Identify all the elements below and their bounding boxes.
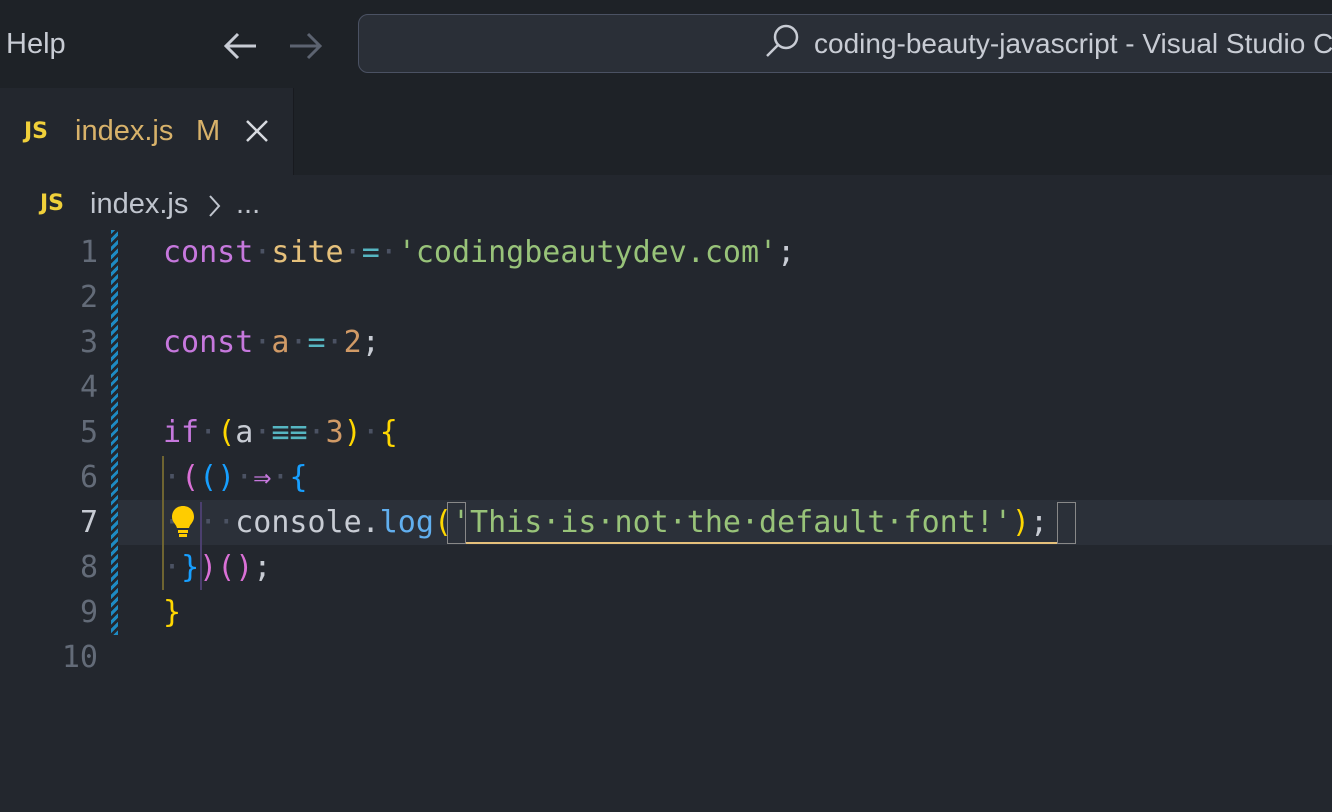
code-line-8[interactable]: ·})(); (163, 545, 271, 590)
line-number: 9 (79, 595, 98, 630)
line-number: 4 (79, 370, 98, 405)
line-number: 10 (61, 640, 98, 675)
breadcrumb: JS index.js ... (0, 175, 1332, 230)
title-bar: Help coding-beauty-javascript - Visual S… (0, 0, 1332, 88)
line-number: 8 (79, 550, 98, 585)
bracket-match-close (1057, 502, 1076, 544)
code-line-6[interactable]: ·(()·⇒·{ (163, 455, 308, 500)
code-line-5[interactable]: if·(a·≡≡·3)·{ (163, 410, 398, 455)
line-number: 3 (79, 325, 98, 360)
line-number: 6 (79, 460, 98, 495)
arrow-left-icon[interactable] (220, 26, 260, 66)
modified-badge: M (196, 115, 221, 147)
tab-index-js[interactable]: JS index.js M (0, 88, 294, 175)
code-line-3[interactable]: const·a·=·2; (163, 320, 380, 365)
code-line-1[interactable]: const·site·=·'codingbeautydev.com'; (163, 230, 795, 275)
arrow-right-icon[interactable] (286, 26, 326, 66)
window-title: coding-beauty-javascript - Visual Studio… (814, 28, 1332, 59)
command-center[interactable]: coding-beauty-javascript - Visual Studio… (358, 14, 1332, 73)
lightbulb-icon[interactable] (170, 504, 196, 540)
code-editor[interactable]: 1 2 3 4 5 6 7 8 9 10 const·site·=·'codin… (0, 230, 1332, 812)
breadcrumb-file[interactable]: index.js (90, 188, 188, 221)
breadcrumb-more[interactable]: ... (236, 188, 260, 221)
line-number: 5 (79, 415, 98, 450)
line-number-active: 7 (79, 505, 98, 540)
line-number: 2 (79, 280, 98, 315)
tab-label: index.js (75, 115, 174, 147)
js-file-icon: JS (24, 119, 49, 144)
search-icon (766, 24, 799, 57)
code-line-9[interactable]: } (163, 590, 181, 635)
code-line-7[interactable]: ····console.log('This·is·not·the·default… (163, 500, 1048, 545)
js-file-icon: JS (40, 191, 65, 216)
menu-help[interactable]: Help (6, 28, 66, 61)
chevron-right-icon (209, 195, 221, 217)
tab-bar: JS index.js M (0, 88, 1332, 175)
line-number: 1 (79, 235, 98, 270)
git-change-gutter[interactable] (111, 230, 118, 635)
close-icon[interactable] (244, 118, 270, 144)
